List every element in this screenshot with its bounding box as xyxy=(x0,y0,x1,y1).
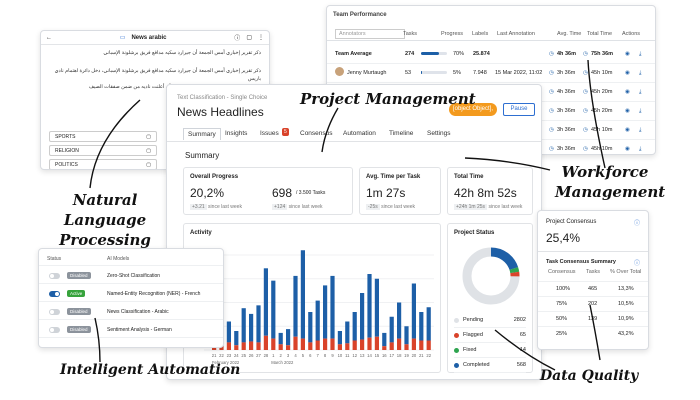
arrow-workforce xyxy=(587,59,606,169)
arrow-quality-2 xyxy=(589,304,601,361)
arrow-project xyxy=(321,107,339,153)
arrow-automation xyxy=(94,317,101,363)
arrow-nlp xyxy=(89,99,141,189)
annotation-arrows xyxy=(89,59,606,371)
arrow-quality-1 xyxy=(494,329,556,371)
arrow-workforce-2 xyxy=(464,157,551,171)
